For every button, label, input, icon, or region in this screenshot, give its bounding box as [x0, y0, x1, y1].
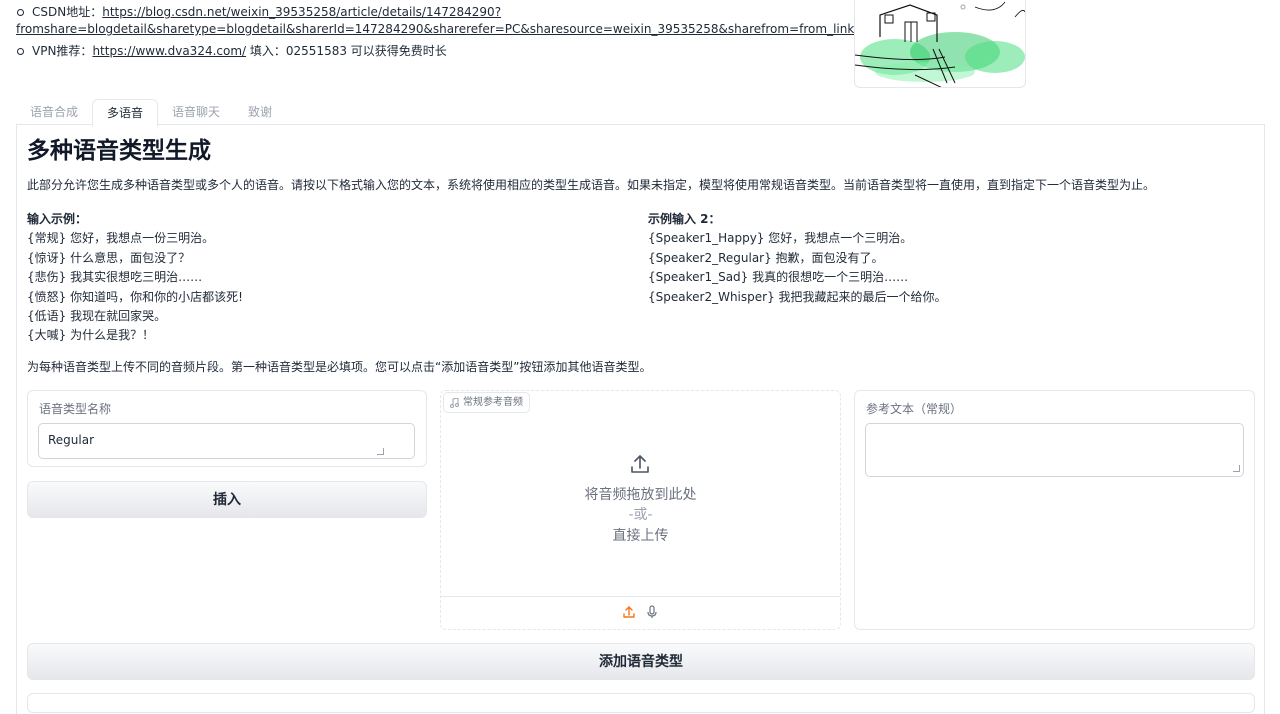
tab-multi-voice[interactable]: 多语音 [92, 99, 159, 127]
tab-voice-chat[interactable]: 语音聊天 [158, 99, 234, 125]
tab-credits[interactable]: 致谢 [234, 99, 286, 125]
example-line: {悲伤} 我其实很想吃三明治…… [27, 270, 203, 285]
example-line: {低语} 我现在就回家哭。 [27, 309, 167, 324]
example-line: {常规} 您好，我想点一份三明治。 [27, 231, 215, 246]
upload-note: 为每种语音类型上传不同的音频片段。第一种语音类型是必填项。您可以点击“添加语音类… [27, 360, 652, 374]
vpn-label: VPN推荐： [32, 44, 93, 58]
next-section-block [27, 693, 1255, 713]
example-line: {Speaker2_Regular} 抱歉，面包没有了。 [648, 250, 884, 265]
voice-name-input[interactable]: Regular [38, 423, 415, 459]
voice-name-label: 语音类型名称 [39, 402, 112, 416]
add-voice-type-button[interactable]: 添加语音类型 [27, 643, 1255, 680]
resize-handle-icon[interactable] [1233, 465, 1240, 472]
example-2: 示例输入 2： {Speaker1_Happy} 您好，我想点一个三明治。 {S… [648, 210, 947, 307]
reference-audio-block: 常规参考音频 将音频拖放到此处 -或- 直接上传 [440, 390, 841, 630]
example-line: {Speaker1_Sad} 我真的很想吃一个三明治…… [648, 270, 909, 285]
vpn-list-item: VPN推荐：https://www.dva324.com/ 填入：0255158… [16, 43, 836, 60]
reference-text-input[interactable] [865, 423, 1244, 477]
upload-source-icon[interactable] [622, 605, 636, 619]
intro-text: 此部分允许您生成多种语音类型或多个人的语音。请按以下格式输入您的文本，系统将使用… [27, 178, 1156, 192]
house-sketch-drawing [855, 1, 1025, 87]
vpn-suffix: 填入：02551583 可以获得免费时长 [246, 44, 447, 58]
csdn-url-line2: fromshare=blogdetail&sharetype=blogdetai… [16, 22, 855, 36]
insert-button[interactable]: 插入 [27, 481, 427, 518]
example-2-heading: 示例输入 2： [648, 212, 721, 226]
tab-bar: 语音合成 多语音 语音聊天 致谢 [16, 99, 286, 127]
csdn-link[interactable]: https://blog.csdn.net/weixin_39535258/ar… [16, 5, 854, 38]
example-line: {Speaker2_Whisper} 我把我藏起来的最后一个给你。 [648, 289, 947, 304]
example-1-heading: 输入示例： [27, 212, 88, 226]
vpn-link[interactable]: https://www.dva324.com/ [92, 44, 246, 58]
audio-source-bar [441, 596, 840, 631]
example-line: {Speaker1_Happy} 您好，我想点一个三明治。 [648, 231, 913, 246]
csdn-label: CSDN地址： [32, 5, 103, 19]
voice-name-block: 语音类型名称 Regular [27, 390, 427, 467]
microphone-icon[interactable] [645, 605, 659, 619]
link-list: CSDN地址：https://blog.csdn.net/weixin_3953… [16, 4, 854, 60]
upload-icon [631, 455, 649, 473]
example-line: {大喊} 为什么是我？！ [27, 328, 155, 343]
audio-drop-zone[interactable]: 将音频拖放到此处 -或- 直接上传 [441, 391, 840, 596]
or-text: -或- [628, 507, 653, 523]
reference-text-label: 参考文本（常规） [866, 402, 963, 416]
csdn-url-line1: https://blog.csdn.net/weixin_39535258/ar… [102, 5, 502, 19]
example-line: {愤怒} 你知道吗，你和你的小店都该死! [27, 289, 243, 304]
csdn-list-item: CSDN地址：https://blog.csdn.net/weixin_3953… [16, 4, 854, 38]
tab-speech-synthesis[interactable]: 语音合成 [16, 99, 92, 125]
drop-text: 将音频拖放到此处 [584, 487, 697, 503]
resize-handle-icon[interactable] [377, 448, 384, 455]
example-1: 输入示例： {常规} 您好，我想点一份三明治。 {惊讶} 什么意思，面包没了？ … [27, 210, 243, 346]
reference-text-block: 参考文本（常规） [854, 390, 1255, 630]
example-line: {惊讶} 什么意思，面包没了？ [27, 250, 191, 265]
upload-text: 直接上传 [612, 528, 669, 544]
page-title: 多种语音类型生成 [27, 138, 211, 164]
house-sketch-image [854, 0, 1026, 88]
